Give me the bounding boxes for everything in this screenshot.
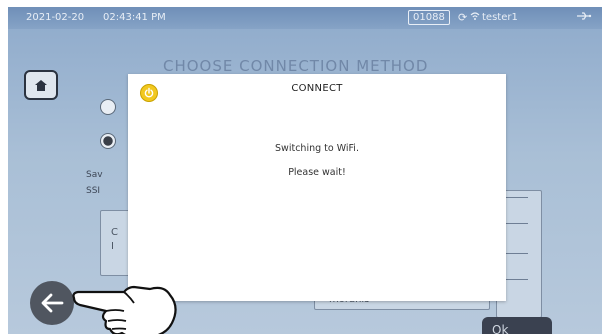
page-title: CHOOSE CONNECTION METHOD	[163, 57, 429, 75]
connect-dialog: CONNECT Switching to WiFi. Please wait!	[128, 74, 506, 301]
arrow-left-icon	[41, 293, 64, 313]
dialog-message: Switching to WiFi.	[275, 143, 359, 154]
home-button[interactable]	[24, 70, 58, 100]
ssid-label: SSI	[86, 186, 101, 196]
radio-option-1[interactable]	[100, 99, 116, 115]
status-user: tester1	[482, 12, 518, 23]
device-screen: 2021-02-20 02:43:41 PM 01088 ⟳ tester1 C…	[8, 7, 602, 334]
usb-icon	[576, 11, 592, 24]
sync-icon: ⟳	[458, 11, 468, 24]
home-icon	[35, 79, 47, 91]
status-counter-badge: 01088	[408, 10, 450, 25]
network-list-box[interactable]: C I	[100, 210, 130, 276]
dialog-wait-message: Please wait!	[288, 167, 346, 178]
next-button[interactable]: Ok	[482, 317, 552, 334]
back-button[interactable]	[30, 281, 74, 325]
pointing-hand-icon	[72, 285, 177, 334]
list-fragment-1: C	[111, 227, 118, 238]
saved-label: Sav	[86, 170, 103, 180]
list-fragment-2: I	[111, 241, 114, 252]
radio-option-2[interactable]	[100, 133, 116, 149]
dialog-title: CONNECT	[291, 83, 343, 94]
wifi-icon	[470, 11, 480, 24]
status-time: 02:43:41 PM	[103, 12, 166, 23]
status-bar: 2021-02-20 02:43:41 PM 01088 ⟳ tester1	[8, 7, 602, 29]
status-date: 2021-02-20	[26, 12, 85, 23]
